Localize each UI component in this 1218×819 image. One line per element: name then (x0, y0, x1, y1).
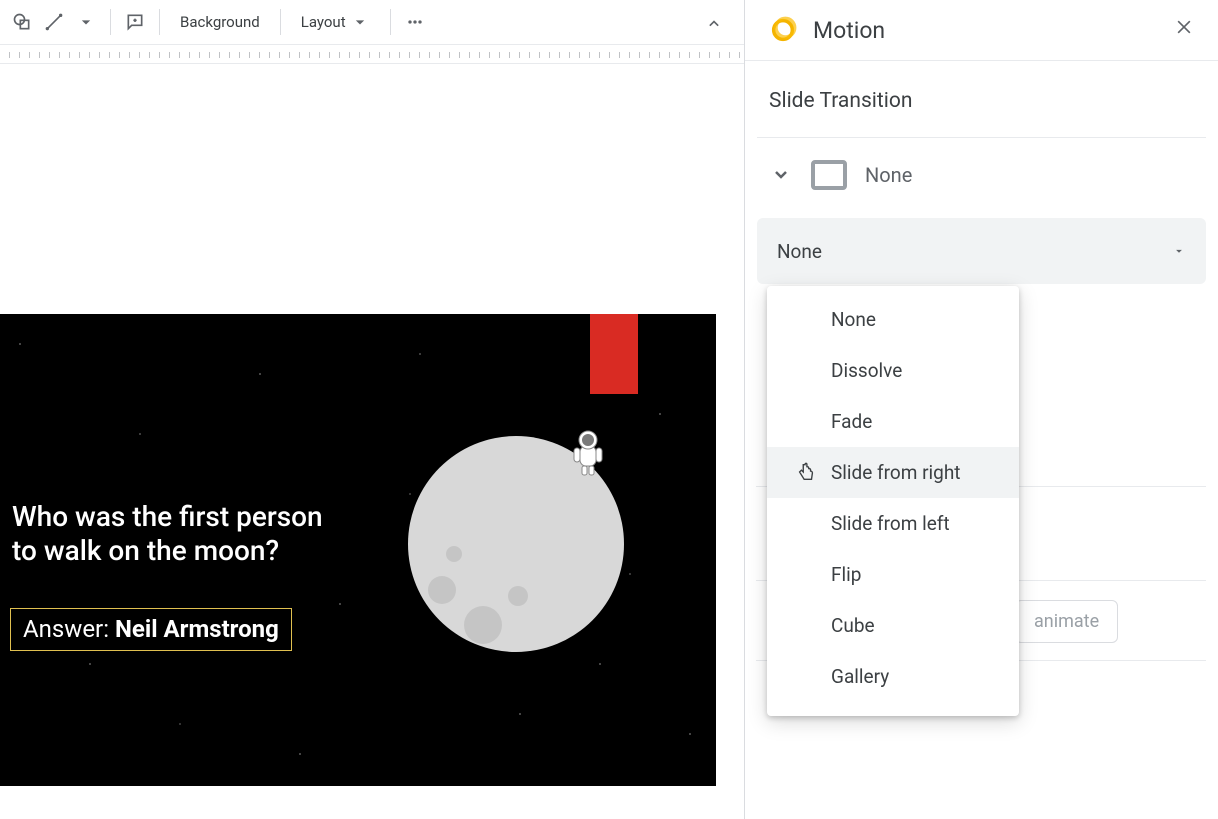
comment-button[interactable] (121, 6, 149, 38)
answer-value: Neil Armstrong (115, 615, 279, 643)
close-icon (1174, 17, 1194, 37)
toolbar-separator (280, 9, 281, 35)
background-button[interactable]: Background (170, 6, 270, 38)
shape-icon (12, 12, 32, 32)
chevron-up-icon (704, 14, 724, 34)
panel-header: Motion (745, 0, 1218, 61)
toolbar-separator (159, 9, 160, 35)
astronaut-graphic (570, 428, 606, 476)
section-title: Slide Transition (745, 61, 1218, 137)
slide[interactable]: Who was the first person to walk on the … (0, 314, 716, 786)
comment-icon (125, 12, 145, 32)
transition-option-gallery[interactable]: Gallery (767, 651, 1019, 702)
transition-option-cube[interactable]: Cube (767, 600, 1019, 651)
canvas-area[interactable]: Who was the first person to walk on the … (0, 64, 740, 819)
transition-option-dissolve[interactable]: Dissolve (767, 345, 1019, 396)
transition-option-slide-from-left[interactable]: Slide from left (767, 498, 1019, 549)
caret-down-icon (350, 12, 370, 32)
current-transition-label: None (865, 163, 912, 187)
transition-option-none[interactable]: None (767, 294, 1019, 345)
transition-dropdown-menu: None Dissolve Fade Slide from right Slid… (767, 286, 1019, 716)
collapse-toolbar-button[interactable] (700, 8, 728, 40)
chevron-down-icon (769, 163, 793, 187)
transition-option-fade[interactable]: Fade (767, 396, 1019, 447)
caret-down-icon (76, 12, 96, 32)
red-accent-shape (590, 314, 638, 394)
transition-dropdown[interactable]: None (757, 218, 1206, 284)
transition-summary-row[interactable]: None (745, 138, 1218, 218)
toolbar-separator (390, 9, 391, 35)
caret-down-icon (1172, 244, 1186, 258)
line-icon (44, 12, 64, 32)
line-tool-button[interactable] (40, 6, 68, 38)
cursor-hand-icon (795, 461, 817, 488)
transition-dropdown-wrap: None None Dissolve Fade Slide from right… (745, 218, 1218, 284)
transition-option-flip[interactable]: Flip (767, 549, 1019, 600)
question-text: Who was the first person to walk on the … (12, 500, 323, 567)
animate-button[interactable]: animate (1015, 600, 1118, 643)
layout-label: Layout (301, 13, 346, 31)
more-tools-button[interactable] (401, 6, 429, 38)
toolbar-separator (110, 9, 111, 35)
motion-icon (769, 16, 797, 44)
motion-panel: Motion Slide Transition None None None D… (745, 0, 1218, 819)
animate-label: animate (1034, 611, 1099, 632)
slide-thumbnail-icon (811, 160, 847, 190)
shape-tool-button[interactable] (8, 6, 36, 38)
answer-prefix: Answer: (23, 615, 115, 643)
close-panel-button[interactable] (1174, 17, 1194, 43)
panel-title: Motion (813, 17, 1158, 44)
dropdown-value: None (777, 240, 822, 263)
more-horizontal-icon (405, 12, 425, 32)
background-label: Background (180, 13, 260, 31)
answer-box: Answer: Neil Armstrong (10, 608, 292, 651)
transition-option-slide-from-right[interactable]: Slide from right (767, 447, 1019, 498)
line-dropdown-button[interactable] (72, 6, 100, 38)
layout-button[interactable]: Layout (291, 6, 380, 38)
